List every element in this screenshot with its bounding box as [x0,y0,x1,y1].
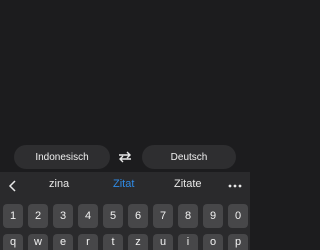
key-5[interactable]: 5 [103,204,123,228]
key-4[interactable]: 4 [78,204,98,228]
key-1[interactable]: 1 [3,204,23,228]
chevron-left-icon[interactable] [6,179,20,193]
on-screen-keyboard: zina Zitat Zitate 1 2 3 4 5 6 7 8 9 0 q … [0,172,250,250]
key-3[interactable]: 3 [53,204,73,228]
suggestion-1[interactable]: zina [49,178,69,190]
key-9[interactable]: 9 [203,204,223,228]
key-r[interactable]: r [78,234,98,250]
key-8[interactable]: 8 [178,204,198,228]
key-e[interactable]: e [53,234,73,250]
suggestion-2[interactable]: Zitat [113,178,134,190]
more-dots-icon[interactable] [227,179,243,193]
swap-arrows-icon [119,151,131,163]
key-q[interactable]: q [3,234,23,250]
number-key-row: 1 2 3 4 5 6 7 8 9 0 [0,204,250,230]
language-bar: Indonesisch Deutsch [0,142,250,172]
suggestion-3[interactable]: Zitate [174,178,202,190]
source-language-button[interactable]: Indonesisch [14,145,110,169]
key-t[interactable]: t [103,234,123,250]
target-language-button[interactable]: Deutsch [142,145,236,169]
key-i[interactable]: i [178,234,198,250]
letter-key-row: q w e r t z u i o p [0,234,250,250]
key-u[interactable]: u [153,234,173,250]
suggestion-bar: zina Zitat Zitate [0,174,250,198]
key-2[interactable]: 2 [28,204,48,228]
swap-languages-button[interactable] [114,147,136,167]
key-w[interactable]: w [28,234,48,250]
key-0[interactable]: 0 [228,204,248,228]
key-6[interactable]: 6 [128,204,148,228]
key-p[interactable]: p [228,234,248,250]
key-z[interactable]: z [128,234,148,250]
translation-input-area[interactable] [0,0,250,142]
key-o[interactable]: o [203,234,223,250]
key-7[interactable]: 7 [153,204,173,228]
